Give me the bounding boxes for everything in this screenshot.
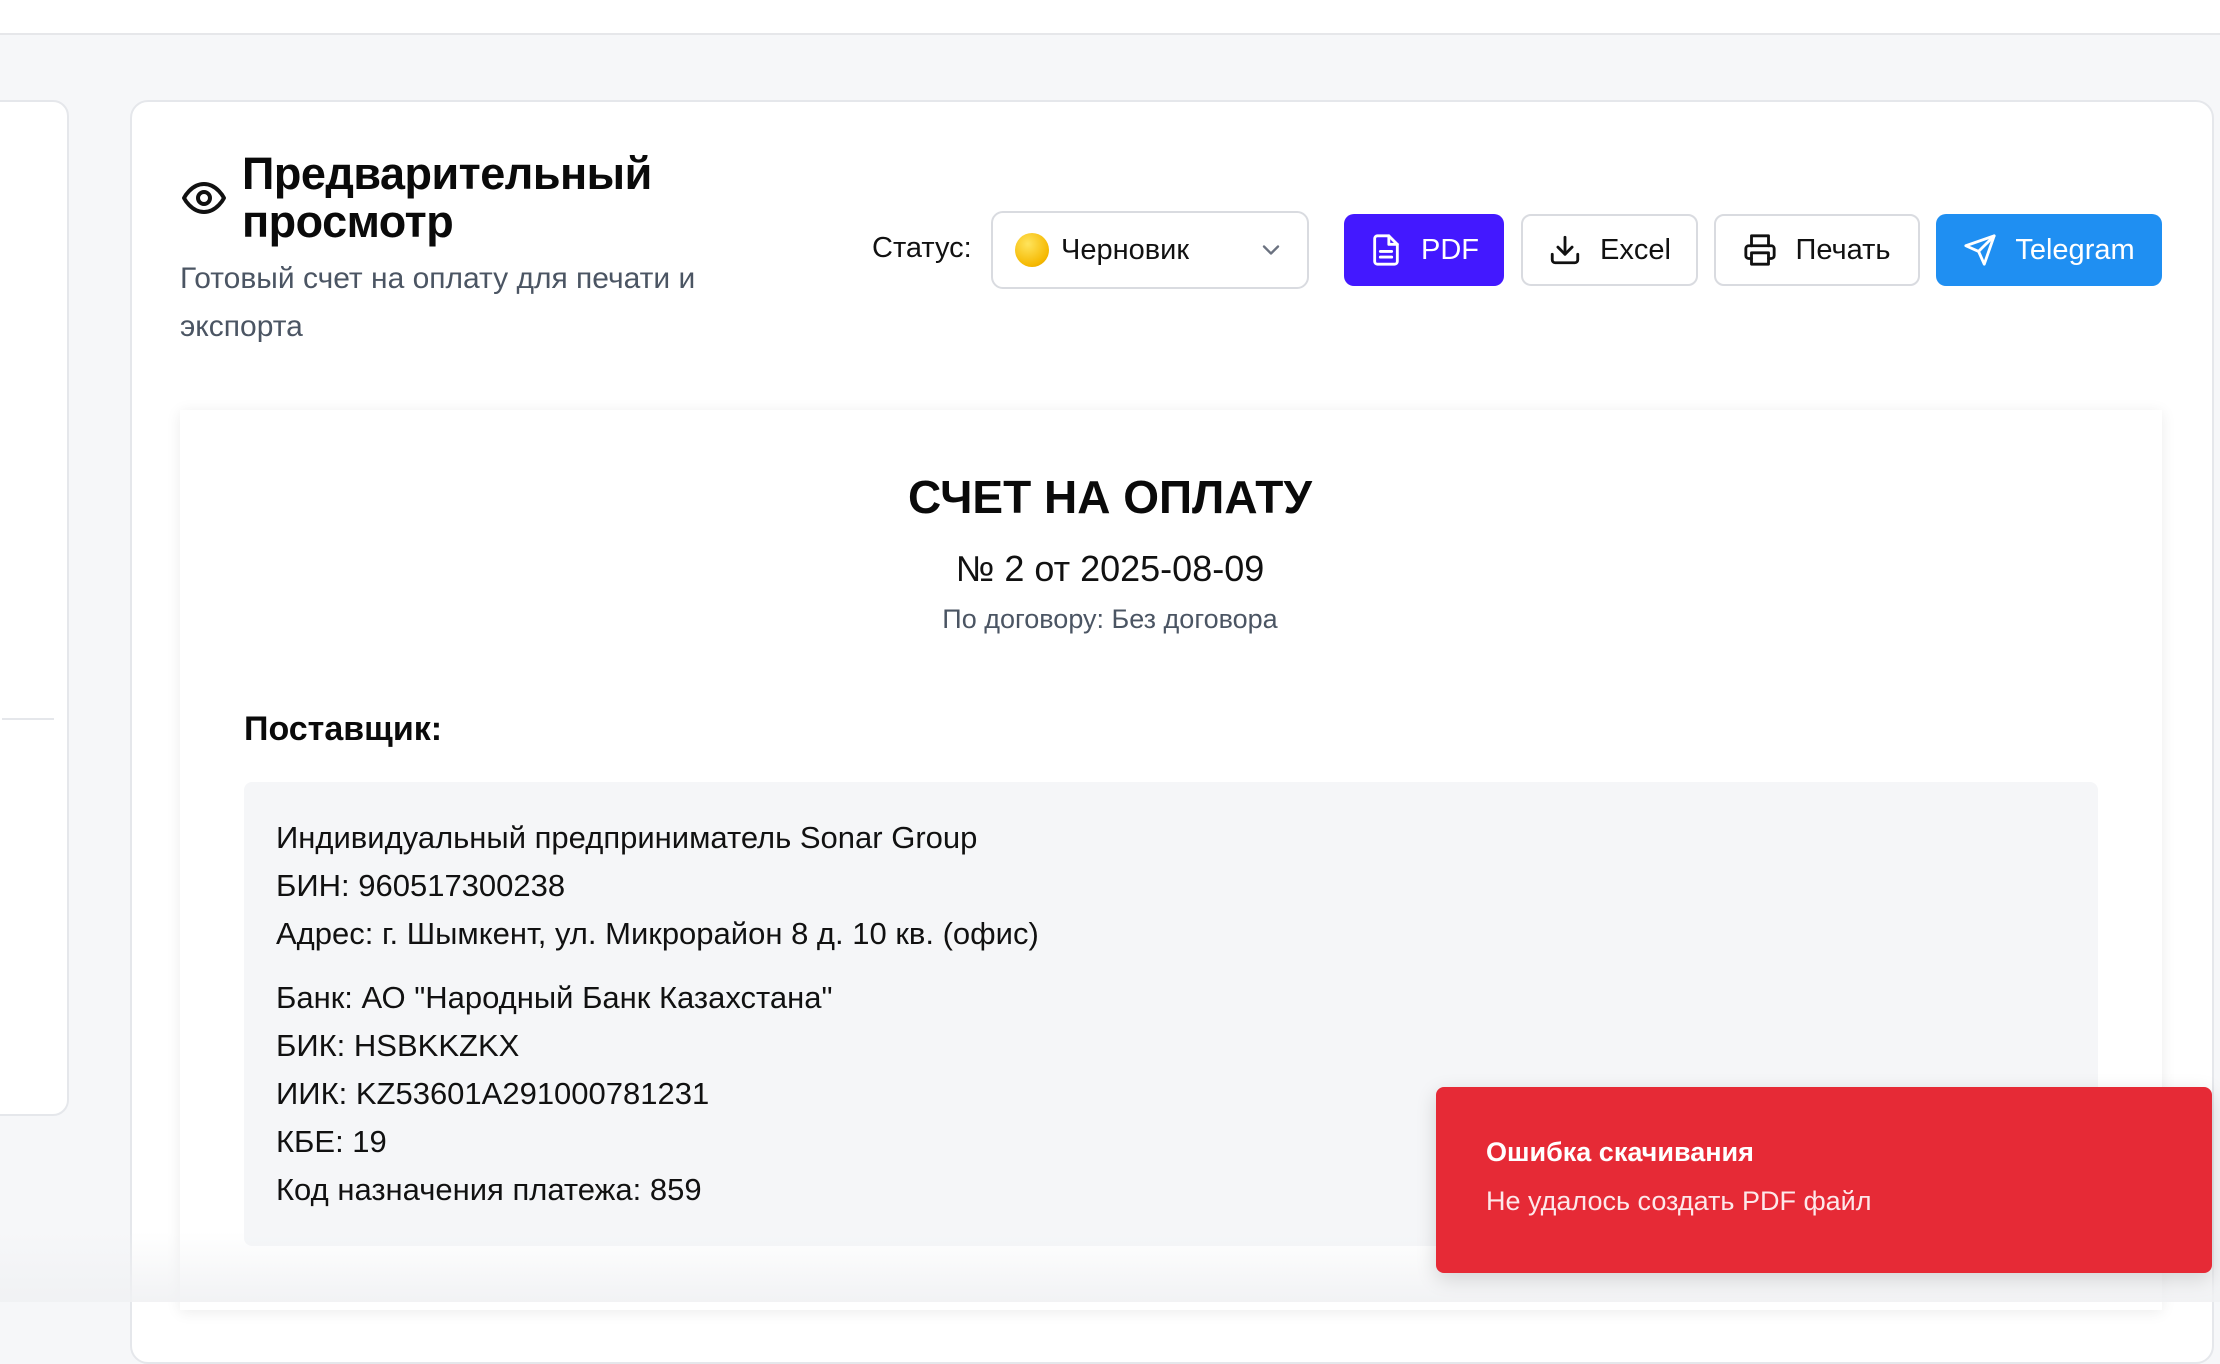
invoice-number: № 2 от 2025-08-09 <box>955 548 1265 589</box>
printer-icon <box>1744 234 1777 266</box>
preview-header: Предварительный просмотр <box>180 150 682 246</box>
invoice-title: СЧЕТ НА ОПЛАТУ <box>908 471 1312 523</box>
eye-icon <box>182 182 226 214</box>
top-bar <box>0 0 2220 35</box>
status-value: Черновик <box>1061 233 1190 266</box>
page-subtitle: Готовый счет на оплату для печати и эксп… <box>180 262 696 343</box>
supplier-address: Адрес: г. Шымкент, ул. Микрорайон 8 д. 1… <box>276 916 1039 951</box>
toast-message: Не удалось создать PDF файл <box>1486 1186 1872 1216</box>
download-icon <box>1550 235 1580 265</box>
file-icon <box>1373 234 1399 266</box>
print-button[interactable]: Печать <box>1714 214 1920 286</box>
supplier-bik: БИК: HSBKKZKX <box>276 1028 520 1063</box>
supplier-kbe: КБЕ: 19 <box>276 1124 387 1159</box>
pdf-button-label: PDF <box>1421 233 1479 266</box>
chevron-down-icon <box>1262 245 1280 255</box>
print-button-label: Печать <box>1795 233 1891 266</box>
supplier-name: Индивидуальный предприниматель Sonar Gro… <box>276 820 978 855</box>
supplier-heading: Поставщик: <box>244 710 443 748</box>
telegram-button[interactable]: Telegram <box>1936 214 2162 286</box>
excel-button-label: Excel <box>1600 233 1671 266</box>
telegram-button-label: Telegram <box>2015 233 2135 266</box>
status-label: Статус: <box>872 232 972 264</box>
excel-button[interactable]: Excel <box>1521 214 1698 286</box>
page-title: Предварительный просмотр <box>242 148 652 247</box>
send-icon <box>1964 234 1996 266</box>
status-dot-icon <box>1015 233 1049 267</box>
error-toast[interactable]: Ошибка скачивания Не удалось создать PDF… <box>1436 1087 2212 1273</box>
supplier-iik: ИИК: KZ53601A291000781231 <box>276 1076 710 1111</box>
supplier-bank: Банк: АО "Народный Банк Казахстана" <box>276 980 833 1015</box>
status-select[interactable]: Черновик <box>991 211 1309 289</box>
toast-title: Ошибка скачивания <box>1486 1137 1754 1167</box>
supplier-bin: БИН: 960517300238 <box>276 868 566 903</box>
invoice-contract: По договору: Без договора <box>942 604 1278 634</box>
divider <box>2 718 54 720</box>
pdf-button[interactable]: PDF <box>1344 214 1504 286</box>
supplier-payment-code: Код назначения платежа: 859 <box>276 1172 702 1207</box>
